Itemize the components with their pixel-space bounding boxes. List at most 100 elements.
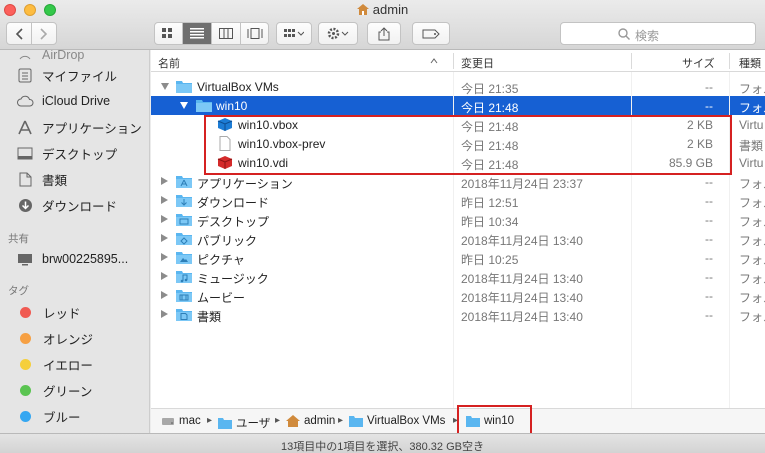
computer-icon [16, 251, 34, 267]
path-item-virtualbox-vms[interactable]: VirtualBox VMs [349, 415, 445, 427]
share-button[interactable] [367, 22, 401, 45]
column-header: 名前 変更日 サイズ 種類 [151, 50, 765, 72]
yellow-tag-dot-icon [20, 358, 31, 370]
all-files-icon [16, 67, 34, 83]
sidebar-heading-tags: タグ [8, 285, 29, 297]
sidebar-item-my-files[interactable]: マイファイル [0, 64, 149, 86]
sidebar-tag-green[interactable]: グリーン [0, 379, 149, 401]
disclosure-collapsed-icon[interactable] [161, 310, 168, 318]
gear-icon [327, 27, 349, 40]
movies-folder-icon [176, 290, 192, 302]
sidebar-tag-blue[interactable]: ブルー [0, 405, 149, 427]
list-view-button[interactable] [182, 23, 212, 44]
disclosure-collapsed-icon[interactable] [161, 177, 168, 185]
path-chevron-icon: ▸ [338, 415, 344, 426]
folder-icon [218, 418, 232, 429]
table-row-pictures[interactable]: ピクチャ 昨日 10:25 -- フォル [151, 248, 765, 267]
group-grid-icon [284, 28, 304, 37]
window-title: admin [0, 2, 765, 17]
sidebar: AirDrop マイファイル iCloud Drive アプリケーション デスク… [0, 50, 150, 433]
desktop-icon [16, 145, 34, 161]
folder-icon [176, 81, 192, 93]
table-row-virtualbox-vms[interactable]: VirtualBox VMs 今日 21:35 -- フォル [151, 77, 765, 96]
sidebar-item-documents[interactable]: 書類 [0, 168, 149, 190]
title-toolbar: admin 検索 [0, 0, 765, 50]
disclosure-collapsed-icon[interactable] [161, 234, 168, 242]
orange-tag-dot-icon [20, 332, 31, 344]
column-size-header[interactable]: サイズ [682, 55, 715, 71]
home-icon [356, 4, 369, 15]
path-chevron-icon: ▸ [207, 415, 213, 426]
column-modified-header[interactable]: 変更日 [461, 55, 494, 71]
columns-icon [218, 28, 233, 39]
back-forward-control[interactable] [6, 22, 57, 45]
gallery-view-button[interactable] [241, 23, 270, 44]
documents-folder-icon [176, 309, 192, 321]
green-tag-dot-icon [20, 384, 31, 396]
table-row-win10[interactable]: win10 今日 21:48 -- フォル [151, 96, 765, 115]
cloud-icon [16, 93, 34, 109]
column-kind-header[interactable]: 種類 [739, 55, 761, 71]
annotation-box-files [204, 115, 732, 175]
icon-view-button[interactable] [154, 23, 183, 44]
path-item-users[interactable]: ユーザ [218, 415, 270, 431]
sidebar-item-desktop[interactable]: デスクトップ [0, 142, 149, 164]
sort-ascending-icon [430, 58, 438, 64]
sidebar-tag-orange[interactable]: オレンジ [0, 327, 149, 349]
home-icon [286, 415, 300, 427]
list-icon [189, 28, 204, 39]
sidebar-item-icloud-drive[interactable]: iCloud Drive [0, 90, 149, 112]
red-tag-dot-icon [20, 306, 31, 318]
grid-icon [162, 28, 172, 38]
tag-button[interactable] [412, 22, 450, 45]
group-button[interactable] [276, 22, 312, 45]
path-item-admin[interactable]: admin [286, 415, 335, 427]
disclosure-expanded-icon[interactable] [180, 102, 188, 109]
downloads-folder-icon [176, 195, 192, 207]
public-folder-icon [176, 233, 192, 245]
disclosure-collapsed-icon[interactable] [161, 196, 168, 204]
chevron-left-icon [15, 27, 23, 40]
disclosure-collapsed-icon[interactable] [161, 272, 168, 280]
hard-drive-icon [162, 418, 174, 425]
sidebar-item-applications[interactable]: アプリケーション [0, 116, 149, 138]
folder-icon [349, 416, 363, 427]
table-row-music[interactable]: ミュージック 2018年11月24日 13:40 -- フォル [151, 267, 765, 286]
search-icon [618, 28, 630, 40]
view-mode-control[interactable] [154, 22, 269, 45]
sidebar-heading-shared: 共有 [8, 233, 29, 245]
share-icon [378, 26, 390, 40]
action-button[interactable] [318, 22, 358, 45]
forward-button[interactable] [32, 23, 56, 44]
sidebar-tag-yellow[interactable]: イエロー [0, 353, 149, 375]
sidebar-tag-red[interactable]: レッド [0, 301, 149, 323]
column-name-header[interactable]: 名前 [158, 55, 180, 71]
blue-tag-dot-icon [20, 410, 31, 422]
applications-icon [16, 119, 34, 135]
table-row-public[interactable]: パブリック 2018年11月24日 13:40 -- フォル [151, 229, 765, 248]
applications-folder-icon [176, 176, 192, 188]
table-row-documents[interactable]: 書類 2018年11月24日 13:40 -- フォル [151, 305, 765, 324]
disclosure-collapsed-icon[interactable] [161, 253, 168, 261]
disclosure-expanded-icon[interactable] [161, 83, 169, 90]
column-view-button[interactable] [212, 23, 241, 44]
back-button[interactable] [7, 23, 32, 44]
disclosure-collapsed-icon[interactable] [161, 215, 168, 223]
download-icon [16, 197, 34, 213]
search-input[interactable]: 検索 [560, 22, 756, 45]
pictures-folder-icon [176, 252, 192, 264]
status-bar: 13項目中の1項目を選択、380.32 GB空き [0, 433, 765, 453]
sidebar-item-shared-computer[interactable]: brw00225895... [0, 248, 149, 270]
desktop-folder-icon [176, 214, 192, 226]
table-row-downloads[interactable]: ダウンロード 昨日 12:51 -- フォル [151, 191, 765, 210]
disclosure-collapsed-icon[interactable] [161, 291, 168, 299]
path-chevron-icon: ▸ [275, 415, 281, 426]
folder-icon [196, 100, 212, 112]
table-row-movies[interactable]: ムービー 2018年11月24日 13:40 -- フォル [151, 286, 765, 305]
chevron-right-icon [40, 27, 48, 40]
document-icon [16, 171, 34, 187]
table-row-desktop[interactable]: デスクトップ 昨日 10:34 -- フォル [151, 210, 765, 229]
path-item-mac[interactable]: mac [161, 415, 201, 427]
sidebar-item-downloads[interactable]: ダウンロード [0, 194, 149, 216]
airdrop-icon [16, 50, 34, 63]
